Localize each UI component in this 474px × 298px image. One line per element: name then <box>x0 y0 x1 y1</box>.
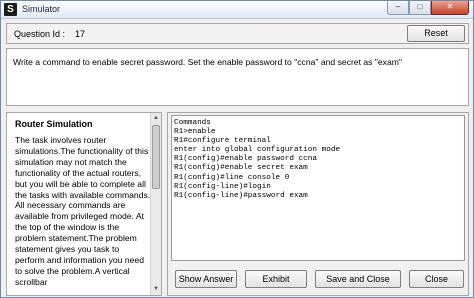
title-bar[interactable]: S Simulator – □ ✕ <box>1 1 473 19</box>
exhibit-button[interactable]: Exhibit <box>245 270 307 288</box>
instructions-title: Router Simulation <box>15 119 93 129</box>
simulator-window: S Simulator – □ ✕ Question Id : 17 Reset… <box>0 0 474 298</box>
console-line: enter into global configuration mode <box>174 146 341 155</box>
console-line: R1(config)#enable password ccna <box>174 155 318 164</box>
show-answer-button[interactable]: Show Answer <box>175 270 237 288</box>
save-and-close-button[interactable]: Save and Close <box>315 270 401 288</box>
question-id-value: 17 <box>75 29 86 39</box>
window-title: Simulator <box>22 4 61 14</box>
router-console[interactable]: Commands R1>enable R1#configure terminal en… <box>171 115 465 261</box>
scroll-up-icon[interactable]: ▲ <box>151 113 161 124</box>
question-id-label: Question Id : <box>14 29 66 39</box>
maximize-icon[interactable]: □ <box>409 1 431 15</box>
simulation-panel: Commands R1>enable R1#configure terminal en… <box>167 112 469 296</box>
question-statement: Write a command to enable secret passwor… <box>6 48 469 106</box>
scroll-down-icon[interactable]: ▼ <box>151 284 161 295</box>
console-line: R1(config-line)#login <box>174 182 271 191</box>
scrollbar-thumb[interactable] <box>152 125 160 189</box>
console-line: Commands <box>174 119 211 127</box>
console-line: R1(config)#enable secret exam <box>174 164 308 173</box>
console-line: R1>enable <box>174 128 216 137</box>
vertical-scrollbar[interactable]: ▲ ▼ <box>150 113 161 295</box>
window-controls: – □ ✕ <box>387 1 469 15</box>
app-logo-icon: S <box>4 3 17 16</box>
minimize-icon[interactable]: – <box>387 1 409 15</box>
reset-button[interactable]: Reset <box>407 25 465 42</box>
question-text: Write a command to enable secret passwor… <box>13 57 402 67</box>
console-line: R1(config)#line console 0 <box>174 173 290 182</box>
instructions-text: The task involves router simulations.The… <box>15 135 151 287</box>
close-window-icon[interactable]: ✕ <box>431 1 469 15</box>
question-header: Question Id : 17 Reset <box>6 23 469 44</box>
console-line: R1(config-line)#password exam <box>174 191 308 200</box>
instructions-panel: Router Simulation The task involves rout… <box>6 112 162 296</box>
console-line: R1#configure terminal <box>174 137 271 146</box>
close-button[interactable]: Close <box>409 270 464 288</box>
